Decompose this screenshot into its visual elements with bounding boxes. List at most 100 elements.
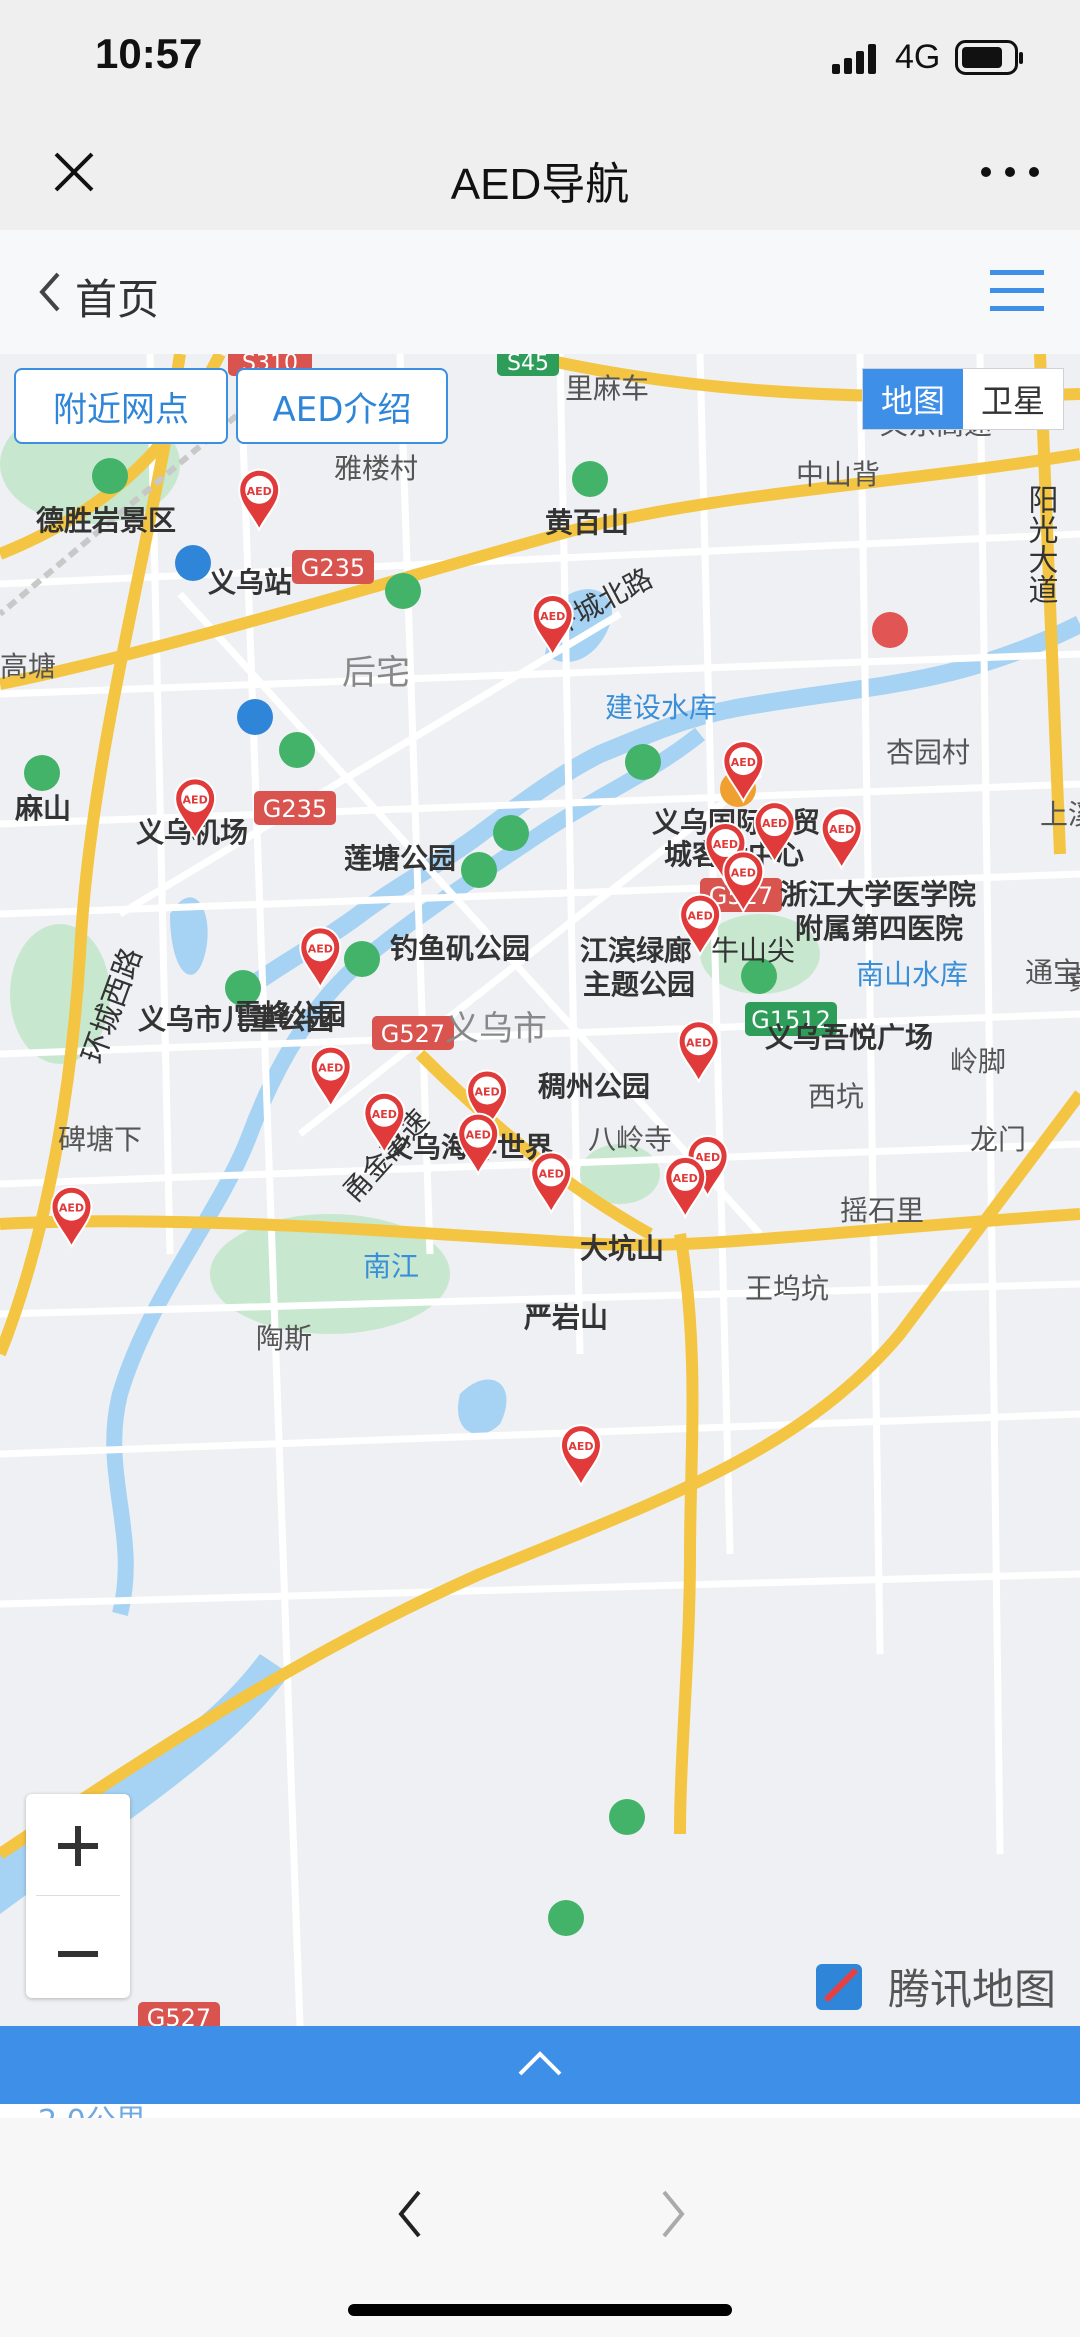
mountain-icon	[24, 755, 60, 791]
label-shangxi: 上溪	[1040, 798, 1080, 831]
label-lingjiao: 岭脚	[950, 1045, 1006, 1078]
label-taosi: 陶斯	[256, 1322, 312, 1355]
map-canvas: S45 S310 G235 G235 G527 G527 G527 G1512	[0, 354, 1080, 2026]
label-nanshan-reservoir: 南山水库	[856, 958, 968, 991]
bottom-sheet-handle[interactable]	[0, 2026, 1080, 2104]
aed-marker[interactable]: AED	[559, 1424, 602, 1488]
home-link[interactable]: 首页	[75, 266, 159, 327]
aed-intro-button[interactable]: AED介绍	[236, 368, 448, 444]
label-hospital-1: 浙江大学医学院	[780, 878, 976, 911]
label-gaotang: 高塘	[0, 650, 56, 683]
label-wangwukeng: 王坞坑	[745, 1272, 829, 1305]
aed-marker[interactable]: AED	[50, 1185, 93, 1249]
map-type-satellite[interactable]: 卫星	[963, 369, 1063, 429]
aed-marker-label: AED	[183, 793, 208, 806]
label-wuyue-plaza: 义乌吾悦广场	[765, 1021, 933, 1054]
aed-marker-label: AED	[686, 1036, 711, 1049]
more-icon[interactable]	[978, 162, 1042, 182]
aed-marker-label: AED	[247, 485, 272, 498]
aed-marker-label: AED	[318, 1062, 343, 1075]
browser-toolbar	[0, 2118, 1080, 2337]
route-g235-upper: G235	[301, 554, 365, 582]
zoom-divider	[36, 1895, 120, 1896]
label-yaoshili: 摇石里	[840, 1194, 924, 1227]
park-icon	[92, 458, 128, 494]
label-limafang: 里麻车	[565, 372, 649, 405]
aed-marker-label: AED	[59, 1202, 84, 1215]
forward-arrow-icon[interactable]	[658, 2188, 688, 2240]
park-icon	[625, 744, 661, 780]
label-yiwu-station: 义乌站	[208, 566, 292, 599]
label-zhongshanbei: 中山背	[796, 458, 880, 491]
label-nanjiang: 南江	[363, 1250, 419, 1283]
label-xikeng: 西坑	[808, 1080, 864, 1113]
aed-marker-label: AED	[539, 1167, 564, 1180]
status-bar: 10:57 4G	[0, 0, 1080, 120]
label-xingyuancun: 杏园村	[886, 736, 970, 769]
park-icon	[385, 573, 421, 609]
label-mashan: 麻山	[15, 792, 71, 825]
aed-marker-label: AED	[475, 1085, 500, 1098]
map-type-standard[interactable]: 地图	[863, 369, 963, 429]
nearby-button[interactable]: 附近网点	[14, 368, 228, 444]
zoom-out-icon[interactable]	[58, 1934, 98, 1974]
map-view[interactable]: S45 S310 G235 G235 G527 G527 G527 G1512	[0, 354, 1080, 2026]
label-liantang-park: 莲塘公园	[344, 842, 456, 875]
label-yalousi: 雅楼村	[334, 452, 418, 485]
hospital-icon	[872, 612, 908, 648]
zoom-control	[26, 1794, 130, 1998]
label-huangbaishan: 黄百山	[545, 506, 629, 539]
route-g527-south: G527	[147, 2004, 211, 2026]
label-houzhai: 后宅	[342, 653, 410, 693]
label-niushanjian: 牛山尖	[711, 934, 795, 967]
sub-header: 首页	[0, 230, 1080, 354]
aed-marker-label: AED	[673, 1172, 698, 1185]
aed-marker-label: AED	[731, 756, 756, 769]
label-yangguang-dadao: 阳光大道	[1023, 484, 1058, 604]
mountain-icon	[572, 461, 608, 497]
route-g235-lower: G235	[263, 795, 327, 823]
zoom-in-icon[interactable]	[58, 1826, 98, 1866]
aed-marker-label: AED	[372, 1108, 397, 1121]
back-arrow-icon[interactable]	[395, 2188, 425, 2240]
battery-icon	[955, 40, 1023, 75]
aed-marker-label: AED	[829, 823, 854, 836]
aed-marker-label: AED	[308, 942, 333, 955]
distance-peek: 2.0公里	[0, 2104, 1080, 2118]
aed-marker-label: AED	[568, 1440, 593, 1453]
home-indicator	[348, 2304, 732, 2316]
signal-icon	[832, 44, 876, 74]
label-jianshe-reservoir: 建设水库	[605, 691, 717, 724]
mountain-icon	[609, 1799, 645, 1835]
park-icon	[344, 941, 380, 977]
menu-icon[interactable]	[990, 268, 1044, 314]
airport-icon	[175, 545, 211, 581]
label-hospital-2: 附属第四医院	[795, 912, 963, 945]
aed-marker-label: AED	[731, 866, 756, 879]
distance-text: 2.0公里	[38, 2104, 146, 2118]
chevron-up-icon	[518, 2051, 562, 2076]
map-attribution: 腾讯地图	[816, 1964, 1056, 2014]
aed-marker[interactable]: AED	[664, 1155, 707, 1220]
label-yiwu-city: 义乌市	[445, 1009, 547, 1049]
map-type-toggle: 地图 卫星	[862, 368, 1064, 430]
label-beitangxia: 碑塘下	[58, 1123, 142, 1156]
aed-marker[interactable]: AED	[530, 1151, 573, 1215]
aed-marker[interactable]: AED	[677, 1020, 720, 1084]
route-g527-mid: G527	[381, 1020, 445, 1048]
route-s45: S45	[507, 354, 549, 376]
label-deshengyan: 德胜岩景区	[36, 504, 176, 537]
network-type: 4G	[895, 38, 941, 76]
status-time: 10:57	[95, 30, 203, 77]
aed-marker-label: AED	[466, 1129, 491, 1142]
park-icon	[279, 732, 315, 768]
aed-marker[interactable]: AED	[820, 807, 863, 871]
chevron-left-icon[interactable]	[36, 270, 64, 314]
aquarium-icon	[461, 852, 497, 888]
aed-marker-label: AED	[762, 817, 787, 830]
label-chouzhou-park: 稠州公园	[538, 1070, 650, 1103]
label-children-park: 义乌市儿童公园	[138, 1003, 334, 1036]
label-huang: 黄	[1068, 963, 1080, 996]
mountain-icon	[548, 1900, 584, 1936]
aed-marker-label: AED	[688, 910, 713, 923]
